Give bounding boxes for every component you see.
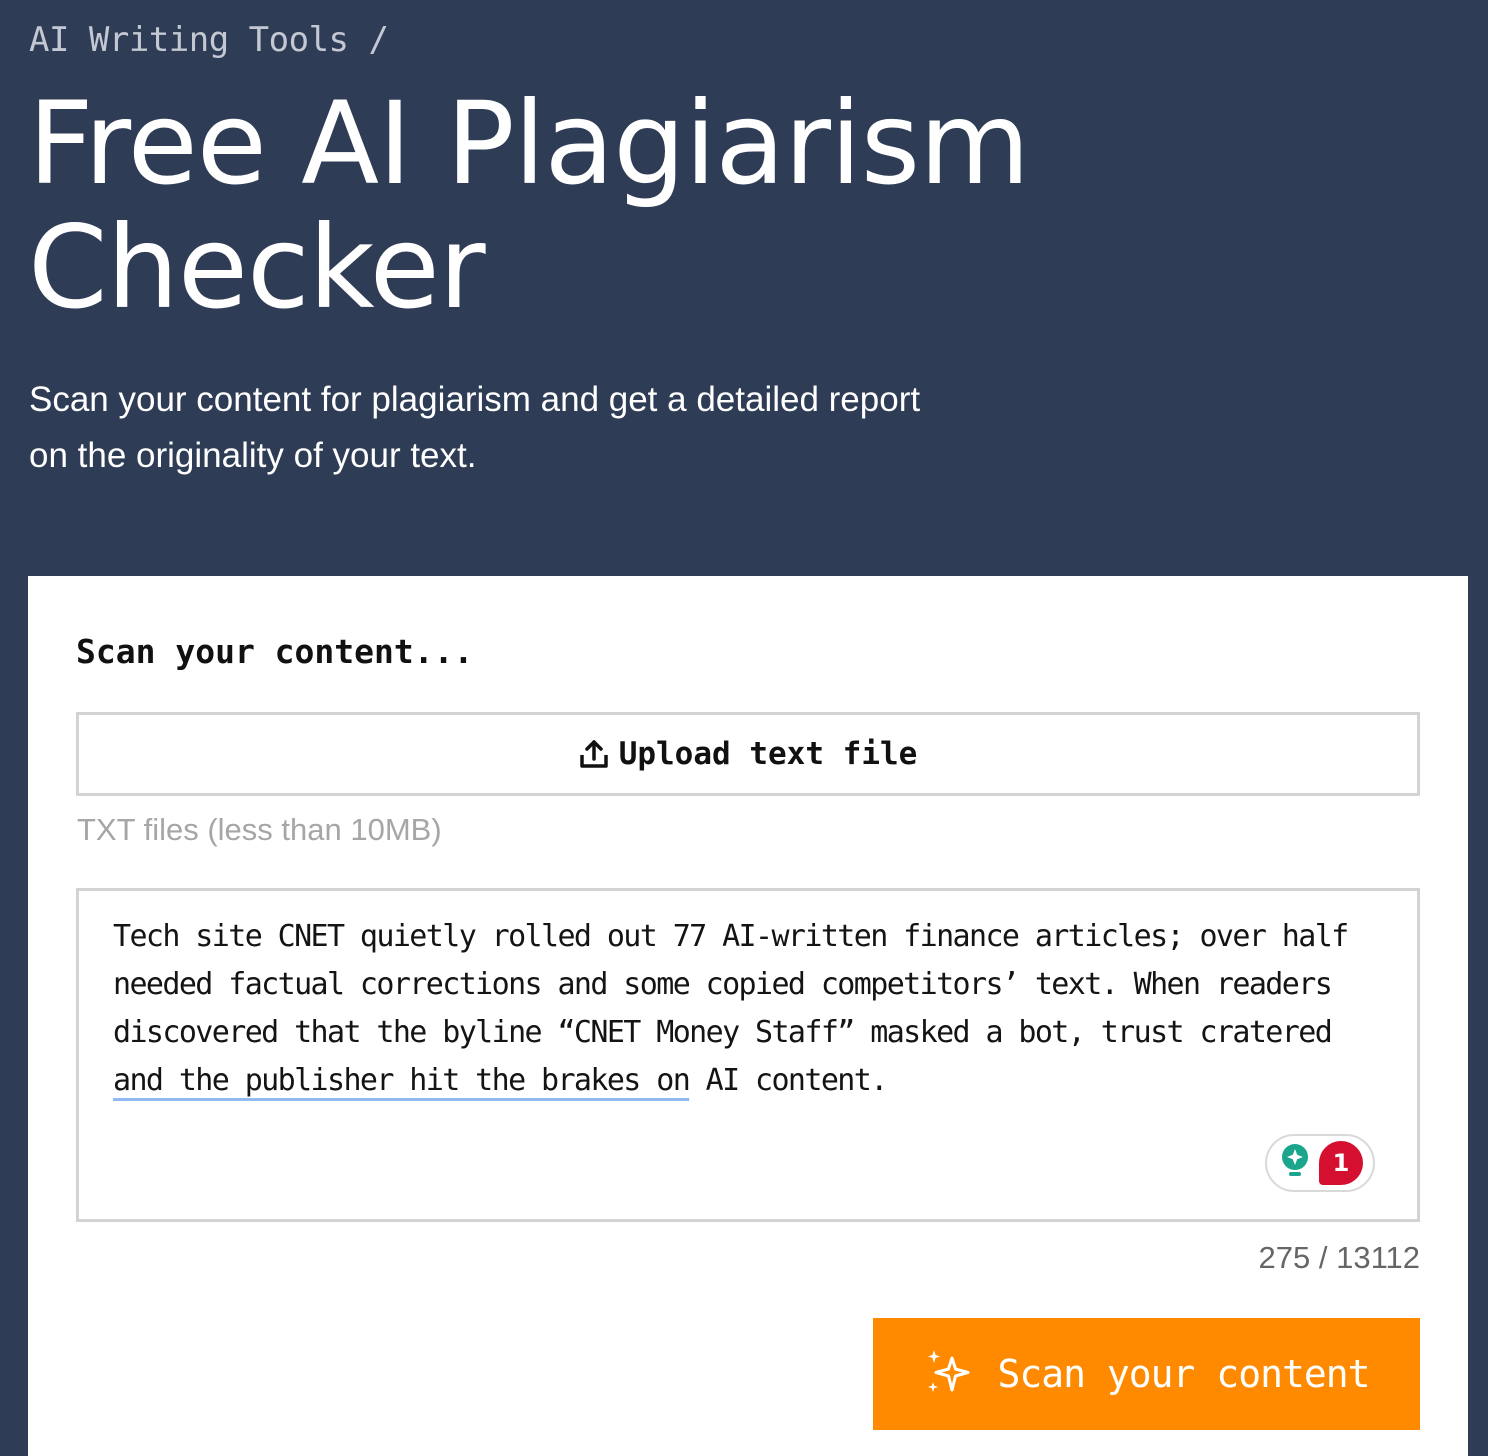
card-heading: Scan your content... bbox=[76, 632, 474, 671]
page-subtitle: Scan your content for plagiarism and get… bbox=[29, 380, 921, 475]
scan-content-button[interactable]: Scan your content bbox=[873, 1318, 1420, 1430]
content-text-area[interactable]: Tech site CNET quietly rolled out 77 AI-… bbox=[76, 888, 1420, 1222]
upload-icon bbox=[579, 738, 609, 770]
scan-card: Scan your content... Upload text file TX… bbox=[28, 576, 1468, 1456]
editor-text[interactable]: Tech site CNET quietly rolled out 77 AI-… bbox=[113, 913, 1383, 1105]
lightbulb-icon bbox=[1279, 1141, 1311, 1185]
editor-text-start: Tech site CNET quietly rolled out 77 AI-… bbox=[113, 919, 1365, 1050]
character-counter: 275 / 13112 bbox=[1258, 1240, 1420, 1275]
breadcrumb[interactable]: AI Writing Tools / bbox=[29, 20, 389, 60]
scan-button-label: Scan your content bbox=[997, 1352, 1371, 1396]
writing-assistant-widget[interactable]: 1 bbox=[1265, 1134, 1375, 1192]
suggestion-underline[interactable]: and the publisher hit the brakes on bbox=[113, 1063, 691, 1098]
editor-text-end: AI content. bbox=[689, 1063, 889, 1098]
page: AI Writing Tools / Free AI Plagiarism Ch… bbox=[0, 0, 1488, 1456]
suggestion-count-badge: 1 bbox=[1319, 1141, 1363, 1185]
upload-text-file-button[interactable]: Upload text file bbox=[76, 712, 1420, 796]
page-title: Free AI Plagiarism Checker bbox=[28, 77, 1030, 334]
upload-button-label: Upload text file bbox=[618, 736, 918, 772]
upload-hint: TXT files (less than 10MB) bbox=[77, 812, 442, 847]
sparkle-icon bbox=[924, 1348, 972, 1400]
